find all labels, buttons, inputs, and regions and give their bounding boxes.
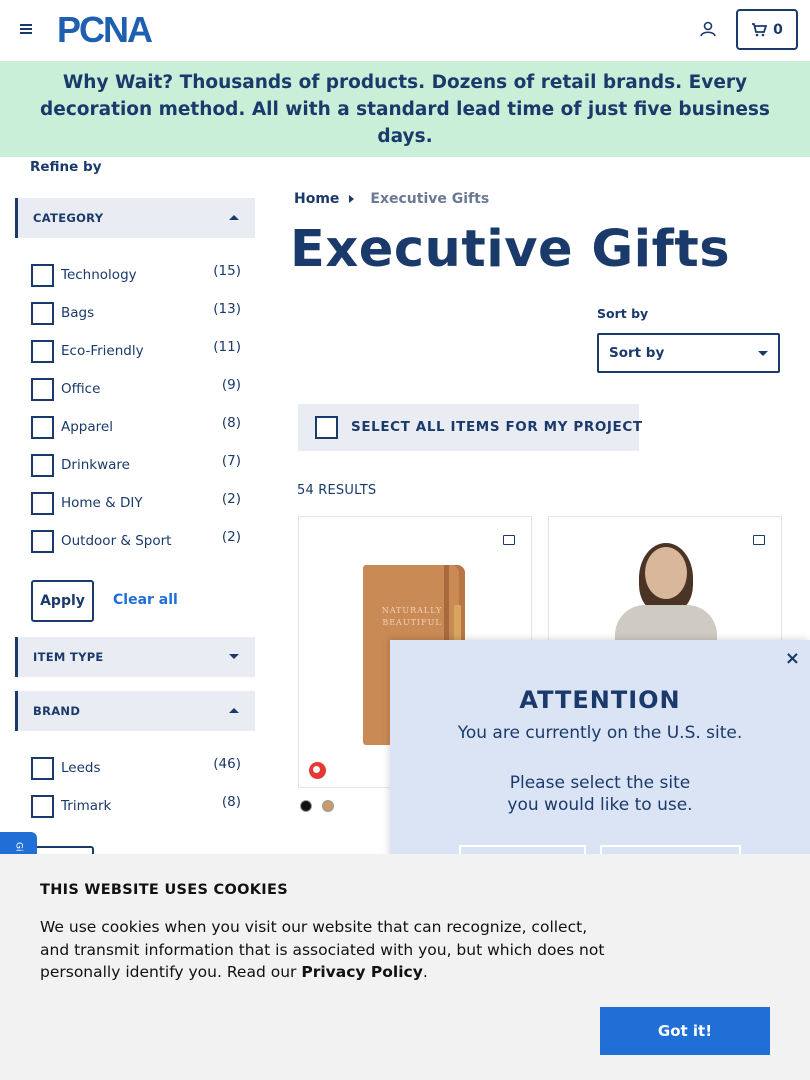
notebook-imprint: NATURALLY BEAUTIFUL (381, 606, 443, 627)
select-all-items[interactable]: SELECT ALL ITEMS FOR MY PROJECT (298, 404, 642, 451)
privacy-policy-link[interactable]: Privacy Policy (301, 963, 423, 981)
apply-button[interactable]: Apply (31, 580, 94, 622)
facet-item-type-header[interactable]: ITEM TYPE (15, 637, 255, 677)
breadcrumb: Home Executive Gifts (294, 191, 489, 207)
account-icon[interactable] (699, 20, 717, 38)
facet-option[interactable]: Bags (13) (31, 301, 241, 327)
badge-icon (309, 762, 326, 779)
pcna-logo[interactable]: PCNA (57, 12, 177, 48)
chevron-down-icon (758, 351, 768, 356)
facet-option[interactable]: Trimark (8) (31, 794, 241, 820)
checkbox[interactable] (31, 757, 54, 780)
checkbox[interactable] (31, 795, 54, 818)
promo-lead: Why Wait? (62, 71, 174, 93)
svg-text:PCNA: PCNA (57, 12, 153, 48)
cookie-banner: THIS WEBSITE USES COOKIES We use cookies… (0, 854, 810, 1080)
sort-select[interactable]: Sort by (597, 333, 780, 373)
clear-all-link[interactable]: Clear all (113, 592, 178, 608)
cookie-text: We use cookies when you visit our websit… (40, 918, 605, 981)
cart-icon (752, 22, 768, 36)
facet-option[interactable]: Drinkware (7) (31, 453, 241, 479)
caret-up-icon (229, 708, 239, 713)
breadcrumb-home[interactable]: Home (294, 191, 339, 207)
cart-button[interactable]: 0 (736, 9, 798, 50)
refine-label: Refine by (30, 159, 102, 175)
checkbox[interactable] (31, 378, 54, 401)
modal-title: ATTENTION (519, 686, 681, 714)
checkbox[interactable] (31, 454, 54, 477)
caret-up-icon (229, 215, 239, 220)
got-it-button[interactable]: Got it! (600, 1007, 770, 1055)
checkbox[interactable] (31, 416, 54, 439)
color-swatch-tan[interactable] (322, 800, 334, 812)
facet-option[interactable]: Technology (15) (31, 263, 241, 289)
site-select-modal: × ATTENTION You are currently on the U.S… (390, 640, 810, 880)
results-count: 54 RESULTS (297, 483, 377, 498)
add-to-project-icon[interactable] (753, 535, 765, 545)
facet-option[interactable]: Home & DIY (2) (31, 491, 241, 517)
close-icon[interactable]: × (785, 648, 800, 669)
facet-brand-header[interactable]: BRAND (15, 691, 255, 731)
modal-message: You are currently on the U.S. site. (457, 723, 743, 743)
promo-banner: Why Wait? Thousands of products. Dozens … (0, 61, 810, 157)
checkbox[interactable] (31, 530, 54, 553)
chevron-right-icon (349, 195, 355, 203)
cookie-title: THIS WEBSITE USES COOKIES (40, 882, 288, 898)
facet-option[interactable]: Office (9) (31, 377, 241, 403)
modal-prompt: Please select the site you would like to… (507, 773, 693, 815)
checkbox[interactable] (315, 416, 338, 439)
site-header: PCNA 0 (0, 0, 810, 61)
menu-icon[interactable] (20, 22, 36, 38)
checkbox[interactable] (31, 492, 54, 515)
caret-down-icon (229, 654, 239, 659)
facet-category-header[interactable]: CATEGORY (15, 198, 255, 238)
facet-option[interactable]: Apparel (8) (31, 415, 241, 441)
facet-option[interactable]: Eco-Friendly (11) (31, 339, 241, 365)
facet-option[interactable]: Outdoor & Sport (2) (31, 529, 241, 555)
cart-count: 0 (773, 21, 783, 38)
color-swatch-black[interactable] (300, 800, 312, 812)
sort-label: Sort by (597, 306, 649, 321)
page-title: Executive Gifts (290, 220, 731, 279)
breadcrumb-current: Executive Gifts (370, 191, 490, 207)
facet-option[interactable]: Leeds (46) (31, 756, 241, 782)
checkbox[interactable] (31, 264, 54, 287)
checkbox[interactable] (31, 340, 54, 363)
checkbox[interactable] (31, 302, 54, 325)
add-to-project-icon[interactable] (503, 535, 515, 545)
